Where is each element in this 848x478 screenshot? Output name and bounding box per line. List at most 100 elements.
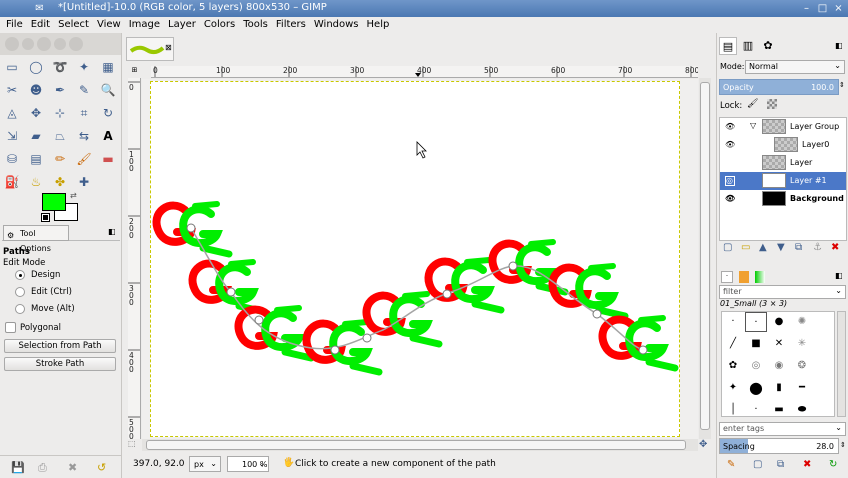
lasso-icon[interactable]: ➰: [50, 57, 70, 77]
gradients-tab-icon[interactable]: [755, 271, 765, 283]
rotate-icon[interactable]: ↻: [98, 103, 118, 123]
menu-tools[interactable]: Tools: [239, 17, 272, 30]
color-select-icon[interactable]: ▦: [98, 57, 118, 77]
new-layer-icon[interactable]: ▢: [723, 242, 732, 253]
fuzzy-select-icon[interactable]: ✦: [74, 57, 94, 77]
restore-options-icon[interactable]: ⎙: [38, 461, 47, 475]
minimize-icon[interactable]: –: [800, 2, 813, 15]
duplicate-layer-icon[interactable]: ⧉: [795, 242, 802, 253]
quick-mask-icon[interactable]: ⬚: [128, 439, 136, 448]
save-options-icon[interactable]: 💾: [11, 461, 25, 474]
path-anchor[interactable]: [226, 287, 236, 297]
lock-pixels-icon[interactable]: 🖌: [747, 99, 758, 109]
delete-layer-icon[interactable]: ✖: [831, 242, 839, 253]
new-layer-group-icon[interactable]: ▭: [741, 242, 750, 253]
brush-grid[interactable]: · · ● ✺ ╱ ■ ✕ ✳ ✿ ◎ ◉ ❂ ✦ ● ▮ ━ │ · ▬ ⬬: [721, 311, 835, 417]
brushes-tab-icon[interactable]: ·: [721, 271, 733, 283]
ellipse-select-icon[interactable]: ◯: [26, 57, 46, 77]
vertical-ruler[interactable]: 0 100 200 300 400 500: [128, 78, 141, 439]
vertical-scrollbar[interactable]: [699, 78, 711, 439]
menu-help[interactable]: Help: [363, 17, 394, 30]
menu-select[interactable]: Select: [54, 17, 93, 30]
brush-tags-input[interactable]: enter tags ⌄: [719, 422, 846, 436]
layer-row[interactable]: ◎ Layer #1: [720, 172, 846, 190]
opacity-slider[interactable]: Opacity 100.0: [719, 79, 839, 95]
scale-icon[interactable]: ⇲: [2, 126, 22, 146]
measure-icon[interactable]: ◬: [2, 103, 22, 123]
anchor-layer-icon[interactable]: ⚓: [813, 242, 822, 253]
dock-menu-icon[interactable]: ◧: [835, 41, 843, 50]
vscroll-thumb[interactable]: [700, 82, 710, 430]
channels-tab-icon[interactable]: ▥: [739, 37, 757, 55]
spacing-slider[interactable]: Spacing 28.0: [719, 438, 839, 454]
ink-icon[interactable]: ♨: [26, 172, 46, 192]
brush-cell[interactable]: ╱: [722, 334, 744, 354]
foreground-select-icon[interactable]: ☻: [26, 80, 46, 100]
radio-design[interactable]: [15, 270, 25, 280]
expand-icon[interactable]: ▽: [750, 121, 756, 130]
blend-icon[interactable]: ▤: [26, 149, 46, 169]
brushes-menu-icon[interactable]: ◧: [835, 271, 843, 280]
unit-select[interactable]: px ⌄: [189, 456, 221, 472]
airbrush-icon[interactable]: ⛽: [2, 172, 22, 192]
delete-brush-icon[interactable]: ✖: [803, 459, 811, 470]
brush-cell[interactable]: ·: [722, 312, 744, 332]
brush-cell[interactable]: ●: [745, 378, 767, 398]
menu-filters[interactable]: Filters: [272, 17, 310, 30]
patterns-tab-icon[interactable]: [739, 271, 749, 283]
text-tool-icon[interactable]: A: [98, 126, 118, 146]
eye-icon[interactable]: 👁: [725, 122, 735, 131]
scissors-icon[interactable]: ✂: [2, 80, 22, 100]
clone-icon[interactable]: ✤: [50, 172, 70, 192]
horizontal-scrollbar[interactable]: [142, 439, 698, 451]
path-anchor[interactable]: [592, 309, 602, 319]
brush-cell[interactable]: ✕: [768, 334, 790, 354]
brush-cell-selected[interactable]: ·: [745, 312, 767, 332]
brush-cell[interactable]: ▬: [768, 400, 790, 420]
brush-cell[interactable]: ◉: [768, 356, 790, 376]
rect-select-icon[interactable]: ▭: [2, 57, 22, 77]
foreground-color-swatch[interactable]: [42, 193, 66, 211]
brush-cell[interactable]: ❂: [791, 356, 813, 376]
eye-icon[interactable]: 👁: [725, 140, 735, 149]
navigate-icon[interactable]: ✥: [699, 439, 707, 450]
brush-cell[interactable]: ✦: [722, 378, 744, 398]
eraser-icon[interactable]: ▬: [98, 149, 118, 169]
brush-cell[interactable]: ✳: [791, 334, 813, 354]
reset-options-icon[interactable]: ↺: [97, 461, 106, 474]
polygonal-checkbox[interactable]: [5, 322, 16, 333]
move-icon[interactable]: ✥: [26, 103, 46, 123]
menu-layer[interactable]: Layer: [164, 17, 200, 30]
horizontal-ruler[interactable]: 0 100 200 300 400 500 600 700 800: [151, 66, 698, 78]
brush-filter-input[interactable]: filter ⌄: [719, 285, 846, 299]
crop-icon[interactable]: ⌗: [74, 103, 94, 123]
hscroll-thumb[interactable]: [146, 440, 686, 450]
eye-icon[interactable]: ◎: [725, 176, 735, 186]
tab-tool-options[interactable]: ⚙ Tool Options: [3, 225, 69, 253]
zoom-select[interactable]: 100 % ⌄: [227, 456, 269, 472]
brush-cell[interactable]: ⬬: [791, 400, 813, 420]
brush-cell[interactable]: │: [722, 400, 744, 420]
zoom-icon[interactable]: 🔍: [98, 80, 118, 100]
brush-cell[interactable]: ✺: [791, 312, 813, 332]
close-icon[interactable]: ×: [832, 2, 845, 15]
align-icon[interactable]: ⊹: [50, 103, 70, 123]
lock-alpha-icon[interactable]: [767, 99, 777, 109]
edit-brush-icon[interactable]: ✎: [727, 459, 735, 470]
paintbrush-icon[interactable]: 🖌: [74, 149, 94, 169]
brush-cell[interactable]: ·: [745, 400, 767, 420]
opacity-spinner-icon[interactable]: ⇕: [839, 81, 845, 89]
path-anchor[interactable]: [442, 289, 452, 299]
menu-image[interactable]: Image: [125, 17, 164, 30]
refresh-brushes-icon[interactable]: ↻: [829, 459, 837, 470]
image-canvas[interactable]: [150, 81, 680, 437]
color-picker-icon[interactable]: ✎: [74, 80, 94, 100]
image-tab-close-icon[interactable]: ⊠: [165, 43, 172, 52]
heal-icon[interactable]: ✚: [74, 172, 94, 192]
panel-menu-icon[interactable]: ◧: [108, 227, 116, 236]
radio-move[interactable]: [15, 304, 25, 314]
bucket-fill-icon[interactable]: ⛁: [2, 149, 22, 169]
menu-edit[interactable]: Edit: [27, 17, 54, 30]
layer-row[interactable]: 👁 Layer0: [720, 136, 846, 154]
layer-row[interactable]: 👁 Background: [720, 190, 846, 208]
